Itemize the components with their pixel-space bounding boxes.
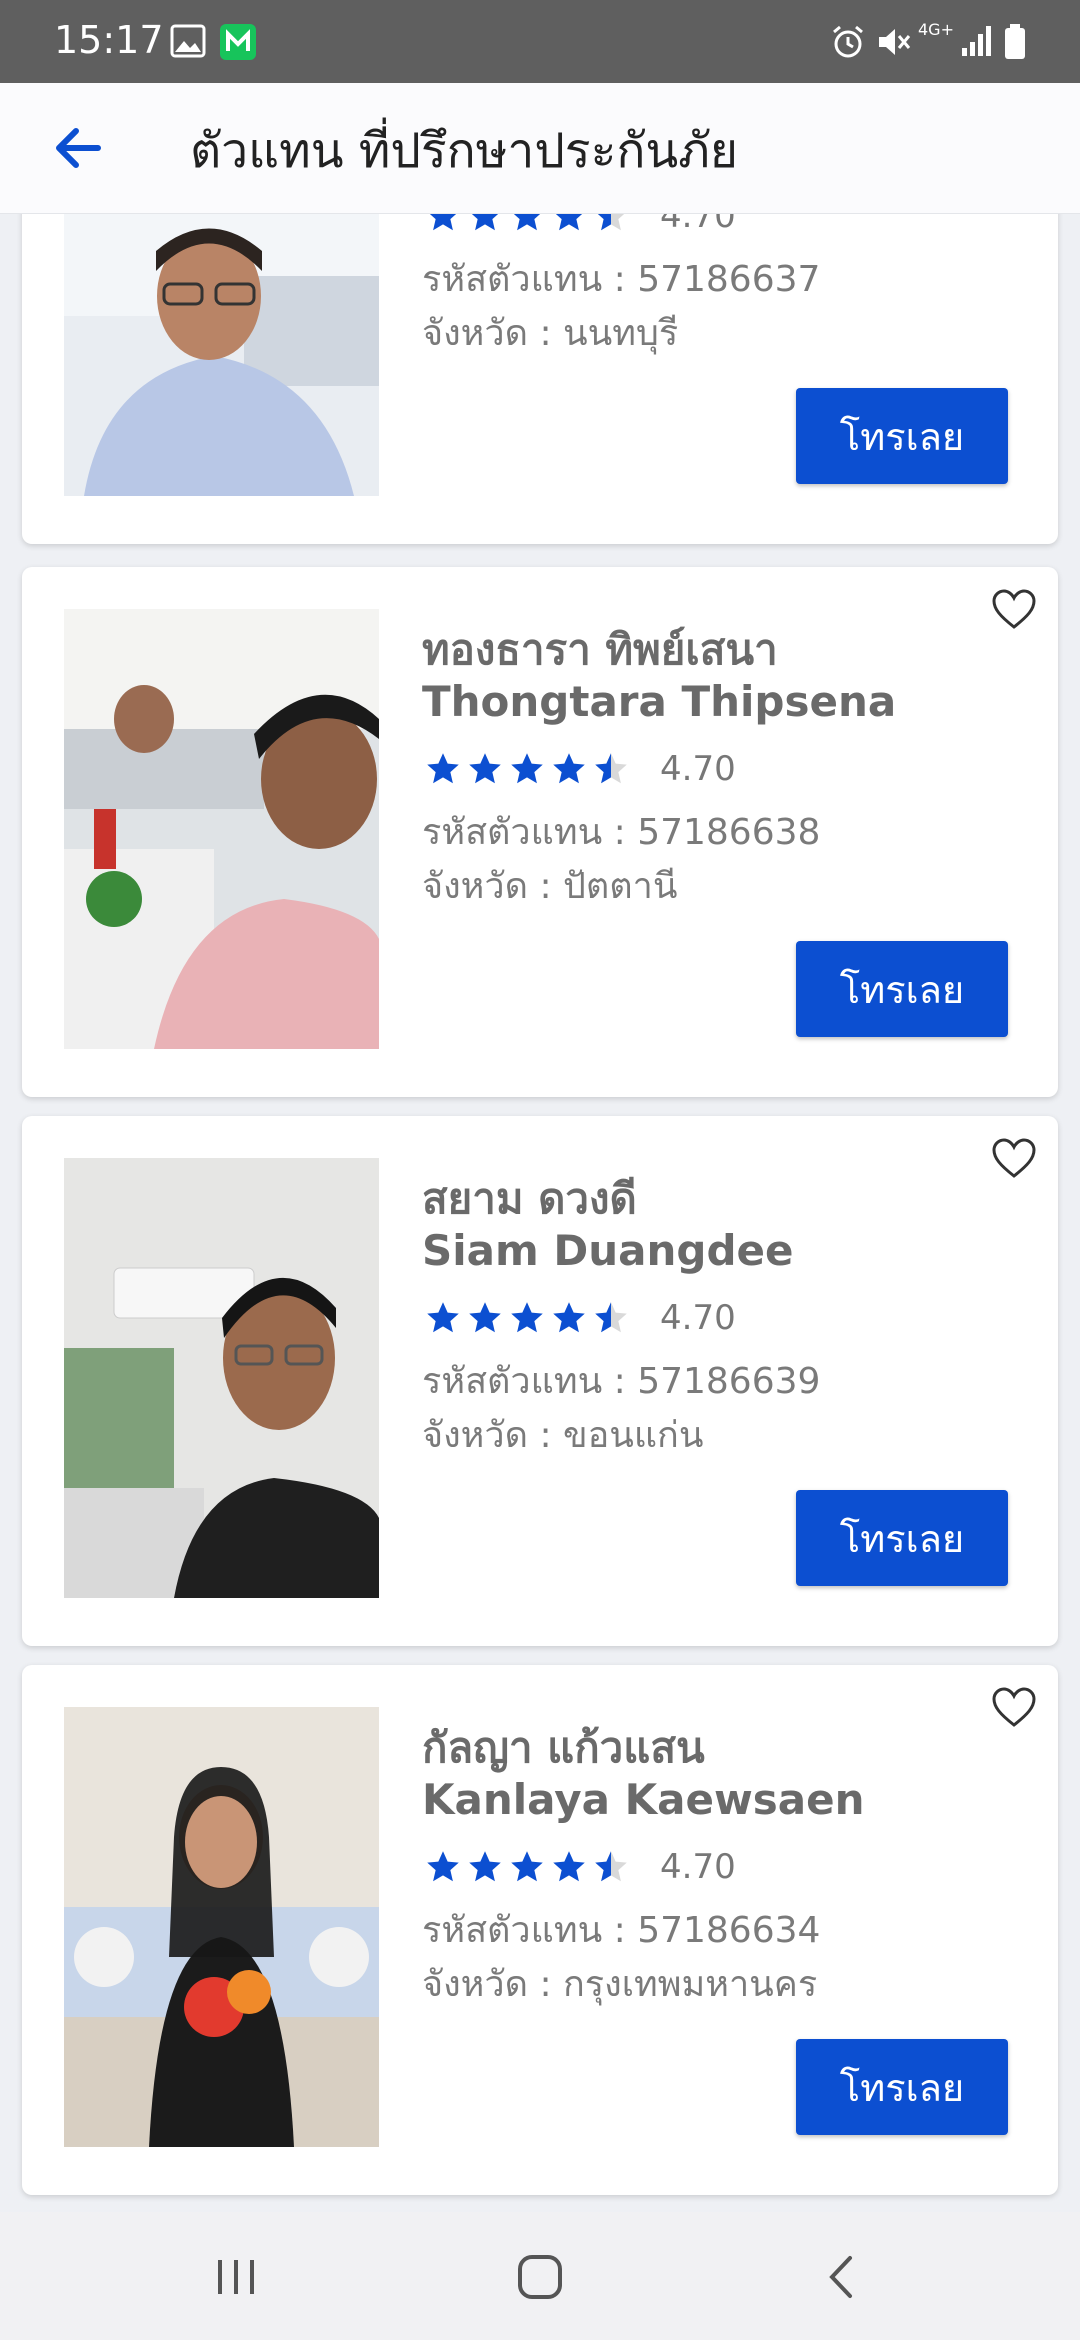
star-half-icon: [597, 214, 625, 231]
agent-list[interactable]: 4.70 รหัสตัวแทน : 57186637 จังหวัด : นนท…: [0, 214, 1080, 2212]
recents-icon[interactable]: [206, 2252, 266, 2302]
star-full-icon: [555, 214, 583, 231]
agent-code: รหัสตัวแทน : 57186634: [422, 1910, 821, 1951]
4g-signal-label: 4G+: [918, 20, 954, 39]
agent-name-en: Kanlaya Kaewsaen: [422, 1775, 865, 1824]
star-full-icon: [471, 214, 499, 231]
agent-code: รหัสตัวแทน : 57186638: [422, 812, 821, 853]
star-half-icon: [595, 1851, 627, 1882]
star-full-icon: [553, 1302, 585, 1333]
agent-card: กัลญา แก้วแสน Kanlaya Kaewsaen 4.70 รหัส…: [22, 1665, 1058, 2195]
agent-name-th: สยาม ดวงดี: [422, 1174, 637, 1223]
agent-card: ทองธารา ทิพย์เสนา Thongtara Thipsena 4.7…: [22, 567, 1058, 1097]
agent-code: รหัสตัวแทน : 57186639: [422, 1361, 821, 1402]
rating-stars: 4.70: [424, 1847, 736, 1887]
star-full-icon: [469, 753, 501, 784]
rating-stars: 4.70: [424, 1298, 736, 1338]
star-full-icon: [511, 1302, 543, 1333]
gallery-icon: [170, 24, 206, 58]
agent-name-th: ทองธารา ทิพย์เสนา: [422, 625, 778, 674]
star-full-icon: [469, 1302, 501, 1333]
rating-value: 4.70: [660, 1847, 736, 1887]
agent-province: จังหวัด : กรุงเทพมหานคร: [422, 1964, 818, 2005]
agent-photo: [64, 214, 379, 496]
star-full-icon: [469, 1851, 501, 1882]
agent-card: สยาม ดวงดี Siam Duangdee 4.70 รหัสตัวแทน…: [22, 1116, 1058, 1646]
page-title: ตัวแทน ที่ปรึกษาประกันภัย: [190, 123, 738, 179]
agent-name-en: Siam Duangdee: [422, 1226, 794, 1275]
alarm-icon: [833, 25, 863, 58]
star-half-icon: [595, 1302, 627, 1333]
agent-province: จังหวัด : นนทบุรี: [422, 313, 679, 354]
line-man-icon: [220, 24, 256, 60]
agent-province: จังหวัด : ขอนแก่น: [422, 1415, 704, 1456]
star-full-icon: [511, 1851, 543, 1882]
call-button[interactable]: โทรเลย: [796, 941, 1008, 1037]
rating-value: 4.70: [660, 214, 736, 236]
star-full-icon: [427, 1851, 459, 1882]
agent-name-th: กัลญา แก้วแสน: [422, 1723, 705, 1772]
agent-photo: [64, 1158, 379, 1598]
heart-icon[interactable]: [990, 1685, 1038, 1729]
4g-signal-icon: [962, 26, 991, 56]
star-full-icon: [553, 1851, 585, 1882]
star-full-icon: [511, 753, 543, 784]
rating-stars: 4.70: [424, 214, 736, 236]
agent-card: 4.70 รหัสตัวแทน : 57186637 จังหวัด : นนท…: [22, 214, 1058, 544]
heart-icon[interactable]: [990, 1136, 1038, 1180]
mute-icon: [879, 29, 911, 55]
heart-icon[interactable]: [990, 587, 1038, 631]
star-full-icon: [427, 1302, 459, 1333]
rating-stars: 4.70: [424, 749, 736, 789]
agent-name-en: Thongtara Thipsena: [422, 677, 897, 726]
agent-photo: [64, 609, 379, 1049]
star-full-icon: [429, 214, 457, 231]
back-chevron-icon[interactable]: [812, 2252, 872, 2302]
star-full-icon: [427, 753, 459, 784]
app-bar: ตัวแทน ที่ปรึกษาประกันภัย: [0, 83, 1080, 214]
battery-icon: [1005, 24, 1025, 59]
rating-value: 4.70: [660, 749, 736, 789]
agent-province: จังหวัด : ปัตตานี: [422, 866, 678, 907]
agent-photo: [64, 1707, 379, 2147]
star-half-icon: [595, 753, 627, 784]
call-button[interactable]: โทรเลย: [796, 388, 1008, 484]
call-button[interactable]: โทรเลย: [796, 1490, 1008, 1586]
home-icon[interactable]: [510, 2252, 570, 2302]
rating-value: 4.70: [660, 1298, 736, 1338]
star-full-icon: [553, 753, 585, 784]
call-button[interactable]: โทรเลย: [796, 2039, 1008, 2135]
status-bar: 15:17 4G+: [0, 0, 1080, 83]
agent-code: รหัสตัวแทน : 57186637: [422, 259, 821, 300]
status-time: 15:17: [54, 18, 164, 62]
star-full-icon: [513, 214, 541, 231]
arrow-left-icon[interactable]: [46, 113, 116, 183]
system-nav-bar: [0, 2212, 1080, 2340]
